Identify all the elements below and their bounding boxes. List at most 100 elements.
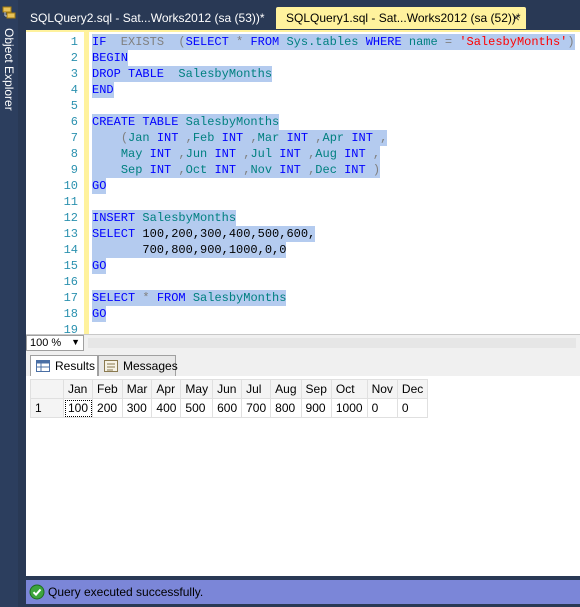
code-token: INT (344, 147, 366, 161)
code-token: 'SalesbyMonths' (459, 35, 568, 49)
line-number: 2 (70, 51, 78, 65)
column-header[interactable]: Jan (62, 379, 94, 399)
column-header[interactable]: Nov (366, 379, 398, 399)
table-cell[interactable]: 700 (241, 398, 272, 418)
code-token: WHERE (365, 35, 402, 49)
column-header[interactable]: Apr (151, 379, 182, 399)
code-line: CREATE TABLE SalesbyMonths (92, 114, 280, 130)
line-number: 1 (70, 35, 78, 49)
code-line: DROP TABLE SalesbyMonths (92, 66, 273, 82)
column-header[interactable]: Mar (121, 379, 153, 399)
code-token: name (408, 35, 438, 49)
code-token: IF (92, 35, 107, 49)
code-line: 700,800,900,1000,0,0 (92, 242, 287, 258)
code-token: EXISTS (106, 35, 179, 49)
column-header[interactable]: Feb (92, 379, 123, 399)
code-token: ) (372, 163, 381, 177)
table-cell[interactable]: 300 (121, 398, 153, 418)
code-token: INT (286, 131, 309, 145)
code-token: , (250, 131, 258, 145)
column-header[interactable]: May (180, 379, 214, 399)
horizontal-scrollbar[interactable] (88, 338, 576, 348)
tab-sqlquery2[interactable]: SQLQuery2.sql - Sat...Works2012 (sa (53)… (20, 7, 272, 29)
code-line: GO (92, 258, 107, 274)
code-token: * (135, 291, 157, 305)
code-token: , (372, 147, 381, 161)
code-token: Jul (250, 147, 273, 161)
grid-corner[interactable] (30, 379, 64, 399)
check-circle-icon (29, 584, 45, 600)
table-cell[interactable]: 200 (92, 398, 123, 418)
table-cell[interactable]: 0 (366, 398, 398, 418)
zoom-dropdown[interactable]: 100 % ▼ (26, 335, 84, 351)
change-tracking-bar (84, 32, 89, 336)
query-editor[interactable]: 1 2 3 4 5 6 7 8 9 10 11 12 13 14 15 16 17 18 19 IF EXISTS … (26, 30, 580, 337)
table-cell[interactable]: 100 (62, 398, 94, 418)
code-token: Oct (185, 163, 208, 177)
table-cell[interactable]: 400 (151, 398, 182, 418)
code-token: SELECT (92, 227, 136, 241)
row-number[interactable]: 1 (30, 398, 64, 418)
code-line: Sep INT ,Oct INT ,Nov INT ,Dec INT ) (92, 162, 381, 178)
table-row[interactable]: 1 100 200 300 400 500 600 700 800 900 1000 0 0 (30, 398, 429, 418)
results-grid[interactable]: Jan Feb Mar Apr May Jun Jul Aug Sep Oct Nov Dec 1 10… (26, 376, 580, 576)
line-number: 15 (63, 259, 78, 273)
object-explorer-panel[interactable]: Object Explorer (0, 0, 18, 607)
messages-icon (104, 360, 118, 372)
tab-results[interactable]: Results (30, 355, 98, 376)
code-token: DROP TABLE (92, 67, 165, 81)
column-header[interactable]: Aug (270, 379, 302, 399)
line-number: 4 (70, 83, 78, 97)
code-line: SELECT * FROM SalesbyMonths (92, 290, 287, 306)
object-explorer-icon[interactable] (2, 6, 16, 20)
code-area[interactable]: IF EXISTS (SELECT * FROM Sys.tables WHER… (92, 32, 580, 336)
code-token: SalesbyMonths (192, 291, 287, 305)
grid-icon (36, 360, 50, 372)
close-icon[interactable]: × (512, 7, 520, 29)
line-number: 17 (63, 291, 78, 305)
code-line: END (92, 82, 114, 98)
column-header[interactable]: Jun (212, 379, 243, 399)
code-token: INT (351, 131, 373, 145)
line-number: 3 (70, 67, 78, 81)
line-number: 12 (63, 211, 78, 225)
table-cell[interactable]: 900 (300, 398, 332, 418)
column-header[interactable]: Oct (330, 379, 368, 399)
table-cell[interactable]: 800 (270, 398, 302, 418)
code-token: Jun (185, 147, 208, 161)
tab-label: SQLQuery2.sql - Sat...Works2012 (sa (53)… (30, 11, 265, 25)
column-header[interactable]: Jul (241, 379, 272, 399)
code-line: May INT ,Jun INT ,Jul INT ,Aug INT , (92, 146, 381, 162)
code-line: SELECT 100,200,300,400,500,600, (92, 226, 316, 242)
code-token: ) (567, 35, 575, 49)
code-line: BEGIN (92, 50, 129, 66)
code-token: Jan (128, 131, 150, 145)
line-number: 9 (70, 163, 78, 177)
tab-messages[interactable]: Messages (98, 355, 178, 376)
code-line: (Jan INT ,Feb INT ,Mar INT ,Apr INT , (92, 130, 388, 146)
code-token: 100,200,300,400,500,600, (135, 227, 316, 241)
line-number: 8 (70, 147, 78, 161)
table-cell[interactable]: 500 (180, 398, 214, 418)
tab-sqlquery1[interactable]: SQLQuery1.sql - Sat...Works2012 (sa (52)… (276, 7, 526, 29)
table-cell[interactable]: 0 (396, 398, 429, 418)
table-cell[interactable]: 1000 (330, 398, 368, 418)
code-token: Feb (192, 131, 215, 145)
object-explorer-label[interactable]: Object Explorer (1, 28, 17, 111)
column-header[interactable]: Sep (300, 379, 332, 399)
column-header[interactable]: Dec (396, 379, 429, 399)
code-token: SELECT (185, 35, 229, 49)
code-token: ( (120, 131, 129, 145)
table-cell[interactable]: 600 (212, 398, 243, 418)
code-token: SELECT (92, 291, 136, 305)
code-token: INT (149, 147, 172, 161)
